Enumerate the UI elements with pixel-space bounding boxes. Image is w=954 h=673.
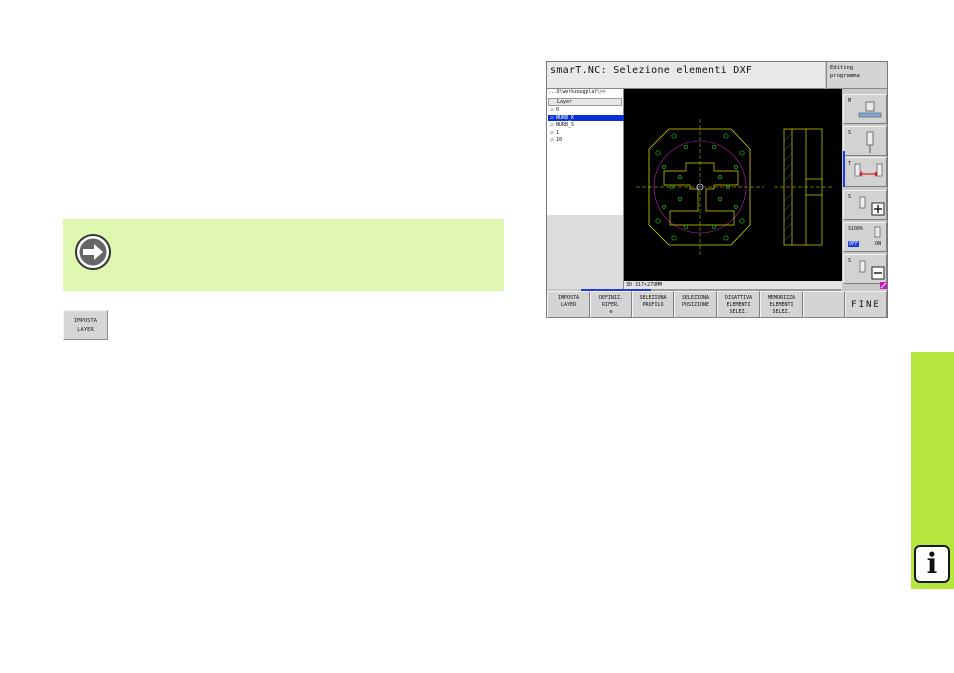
- status-bar: 3D 317×279MM: [624, 281, 842, 289]
- layer-name: 1: [556, 129, 560, 136]
- plus-icon: [859, 196, 885, 216]
- softkey-line1: IMPOSTA: [557, 295, 580, 301]
- key-label: M: [848, 98, 852, 104]
- softkey-line1: MEMORIZZA: [767, 295, 796, 301]
- layer-name: NURB_K: [556, 114, 575, 121]
- softkey-line1: DISATTIVA: [724, 295, 753, 301]
- file-path: ...O\werkzeugplat\>>: [548, 90, 606, 95]
- spindle-override-key[interactable]: S100% OFF ON: [843, 222, 887, 252]
- key-label: S: [848, 130, 852, 136]
- softkey-line3: SELEZ.: [772, 309, 791, 315]
- softkey-line2: PROFILO: [642, 302, 664, 308]
- minus-icon: [859, 260, 885, 280]
- softkey-line2: ELEMENTI: [769, 302, 794, 308]
- corner-marker-icon: [880, 282, 887, 289]
- definiz-rifer-button[interactable]: DEFINIZ. RIFER. ⊕: [590, 291, 632, 318]
- checkbox-icon[interactable]: ☑: [548, 122, 556, 128]
- softkey-line2: LAYER: [560, 302, 577, 308]
- dxf-drawing-canvas[interactable]: [624, 89, 842, 281]
- softkey-line2: RIFER.: [601, 302, 621, 308]
- fine-button[interactable]: FINE: [845, 291, 887, 318]
- checkbox-icon[interactable]: ☑: [548, 130, 556, 136]
- crosshair-icon: ⊕: [609, 309, 613, 315]
- machine-mode-key[interactable]: M: [843, 94, 887, 124]
- layer-name: 10: [556, 137, 563, 143]
- softkey-line1: SELEZIONA: [681, 295, 710, 301]
- active-key-marker: [843, 151, 845, 187]
- mode-label-2: programma: [830, 73, 860, 79]
- spindle-icon: [874, 226, 881, 238]
- softkey-line3: SELEZ.: [729, 309, 748, 315]
- key-label: T: [848, 161, 852, 167]
- layer-panel-footer: [547, 215, 624, 289]
- tool-key[interactable]: T: [843, 157, 887, 187]
- spindle-plus-key[interactable]: S: [843, 190, 887, 220]
- key-label: S100%: [848, 226, 864, 232]
- note-box: [63, 219, 504, 291]
- checkbox-icon[interactable]: ☑: [548, 107, 556, 113]
- spindle-icon: [866, 131, 874, 153]
- imposta-layer-button[interactable]: IMPOSTA LAYER: [547, 291, 590, 318]
- memorizza-elementi-button[interactable]: MEMORIZZA ELEMENTI SELEZ.: [760, 291, 803, 318]
- info-letter: i: [926, 547, 938, 580]
- layer-row[interactable]: ☑ NURB_S: [548, 122, 624, 128]
- layer-column-header: Layer: [548, 98, 622, 106]
- key-label: S: [848, 258, 852, 264]
- softkey-icon-line1: IMPOSTA: [73, 318, 98, 324]
- checkbox-icon[interactable]: ☑: [548, 137, 556, 143]
- off-label: OFF: [848, 241, 860, 247]
- empty-softkey[interactable]: [803, 291, 845, 318]
- seleziona-profilo-button[interactable]: SELEZIONA PROFILO: [632, 291, 674, 318]
- layer-row[interactable]: ☑ 1: [548, 130, 624, 136]
- checkbox-icon[interactable]: ☑: [548, 115, 556, 121]
- seleziona-posizione-button[interactable]: SELEZIONA POSIZIONE: [674, 291, 717, 318]
- softkey-line2: ELEMENTI: [726, 302, 751, 308]
- softkey-line2: POSIZIONE: [681, 302, 710, 308]
- layer-row[interactable]: ☑ 0: [548, 107, 624, 113]
- mode-indicator: Editing programma: [826, 62, 887, 89]
- spindle-minus-key[interactable]: S: [843, 254, 887, 284]
- layer-row[interactable]: ☑ 10: [548, 137, 624, 143]
- key-label: S: [848, 194, 852, 200]
- softkey-icon-line2: LAYER: [77, 327, 94, 333]
- imposta-layer-softkey-icon: IMPOSTA LAYER: [63, 310, 108, 340]
- disattiva-elementi-button[interactable]: DISATTIVA ELEMENTI SELEZ.: [717, 291, 760, 318]
- tool-change-icon: [854, 163, 883, 177]
- arrow-right-icon: [75, 234, 111, 270]
- on-label: ON: [875, 241, 882, 247]
- softkey-line1: DEFINIZ.: [598, 295, 624, 301]
- mode-label-1: Editing: [830, 65, 854, 71]
- layer-row-selected[interactable]: ☑ NURB_K: [548, 114, 624, 121]
- layer-name: 0: [556, 107, 560, 113]
- softkey-line1: SELEZIONA: [639, 295, 667, 301]
- layer-name: NURB_S: [556, 122, 575, 128]
- machine-table-icon: [858, 101, 882, 118]
- window-title: smarT.NC: Selezione elementi DXF: [550, 65, 753, 76]
- spindle-key[interactable]: S: [843, 126, 887, 156]
